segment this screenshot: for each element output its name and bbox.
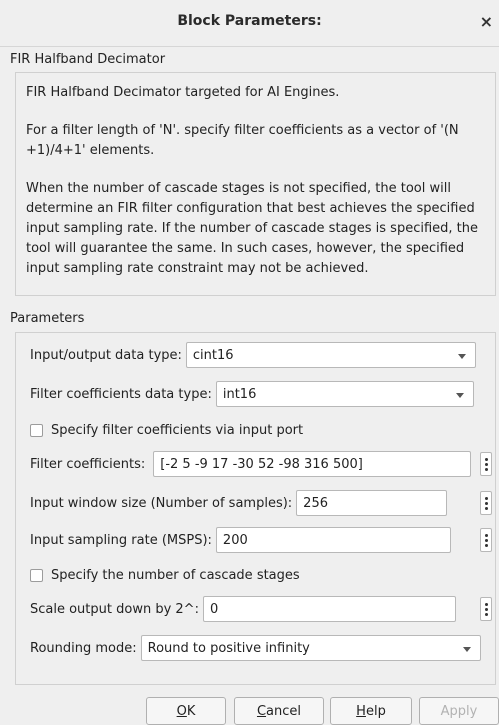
rounding-select[interactable]: Round to positive infinity [140, 635, 481, 661]
help-mnemonic: H [356, 703, 366, 719]
cascade-checkbox[interactable] [30, 568, 43, 582]
scale-input[interactable]: 0 [202, 596, 456, 622]
coef-port-label: Specify filter coefficients via input po… [51, 422, 304, 438]
coefficients-input[interactable]: [-2 5 -9 17 -30 52 -98 316 500] [153, 451, 472, 477]
coef-port-row: Specify filter coefficients via input po… [30, 416, 303, 444]
description-panel: FIR Halfband Decimator targeted for AI E… [15, 72, 496, 296]
chevron-down-icon [462, 647, 471, 652]
rounding-value: Round to positive infinity [147, 640, 310, 656]
cascade-row: Specify the number of cascade stages [30, 561, 300, 589]
coefficients-row: Filter coefficients: [-2 5 -9 17 -30 52 … [30, 450, 472, 478]
block-name: FIR Halfband Decimator [10, 52, 166, 67]
coef-type-value: int16 [222, 386, 257, 402]
coef-type-row: Filter coefficients data type: int16 [30, 380, 474, 408]
close-icon[interactable]: × [480, 12, 493, 31]
io-type-select[interactable]: cint16 [185, 342, 476, 368]
sampling-rate-label: Input sampling rate (MSPS): [30, 532, 212, 548]
scale-label: Scale output down by 2^: [30, 601, 199, 617]
coefficients-label: Filter coefficients: [30, 456, 146, 472]
io-type-value: cint16 [192, 347, 234, 363]
window-size-label: Input window size (Number of samples): [30, 495, 293, 511]
sampling-rate-input[interactable]: 200 [215, 527, 451, 553]
sampling-rate-row: Input sampling rate (MSPS): 200 [30, 526, 451, 554]
description-line-1: FIR Halfband Decimator targeted for AI E… [26, 85, 340, 100]
io-type-label: Input/output data type: [30, 347, 182, 363]
description-line-2: For a filter length of 'N'. specify filt… [26, 123, 459, 158]
io-type-row: Input/output data type: cint16 [30, 341, 476, 369]
cancel-label: ancel [266, 703, 302, 719]
coefficients-more-icon[interactable] [480, 452, 492, 476]
rounding-label: Rounding mode: [30, 640, 137, 656]
sampling-rate-more-icon[interactable] [480, 528, 492, 552]
chevron-down-icon [457, 354, 466, 359]
chevron-down-icon [455, 393, 464, 398]
window-size-more-icon[interactable] [480, 491, 492, 515]
window-title: Block Parameters: [177, 13, 322, 29]
scale-row: Scale output down by 2^: 0 [30, 595, 456, 623]
cascade-label: Specify the number of cascade stages [51, 567, 300, 583]
rounding-row: Rounding mode: Round to positive infinit… [30, 634, 481, 662]
description-line-3: When the number of cascade stages is not… [26, 181, 478, 276]
coef-type-select[interactable]: int16 [215, 381, 474, 407]
ok-mnemonic: O [176, 703, 187, 719]
help-label: elp [365, 703, 386, 719]
scale-more-icon[interactable] [480, 597, 492, 621]
window-size-input[interactable]: 256 [296, 490, 448, 516]
parameters-label: Parameters [10, 311, 85, 326]
cancel-mnemonic: C [256, 703, 267, 719]
window-size-row: Input window size (Number of samples): 2… [30, 489, 448, 517]
ok-label: K [186, 703, 196, 719]
coef-port-checkbox[interactable] [30, 423, 43, 437]
coef-type-label: Filter coefficients data type: [30, 386, 212, 402]
title-bar: Block Parameters: × [0, 0, 499, 47]
